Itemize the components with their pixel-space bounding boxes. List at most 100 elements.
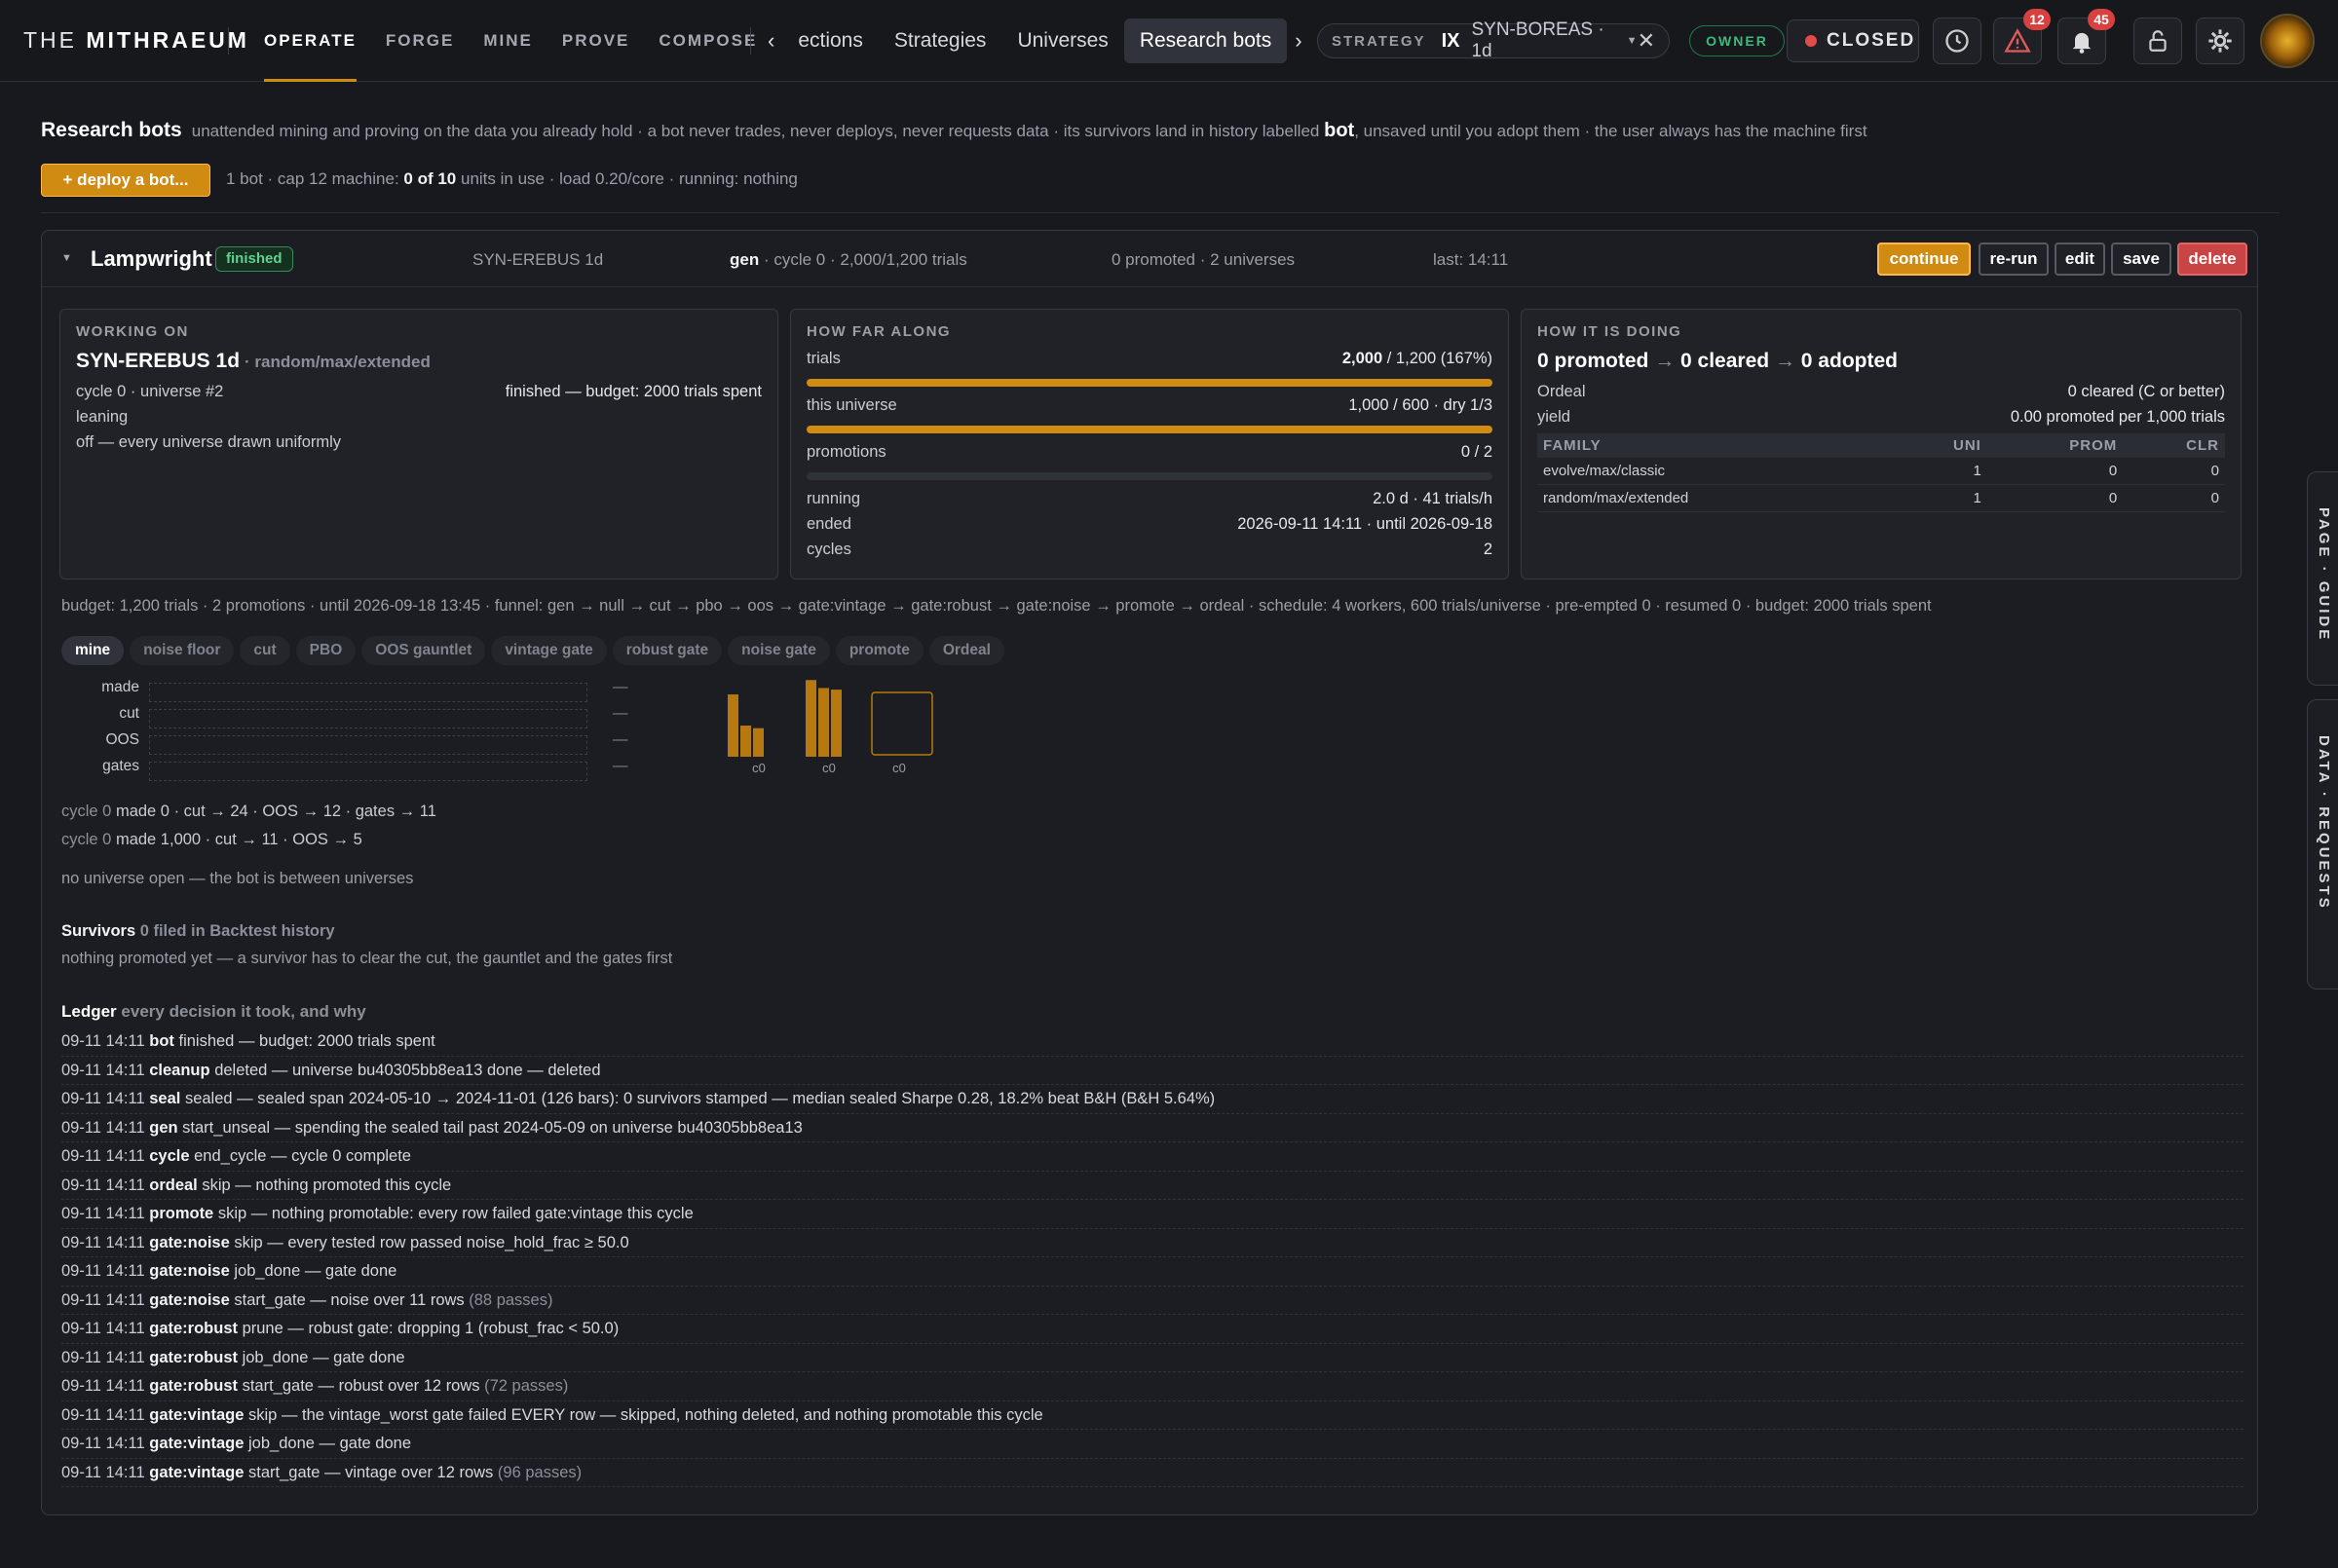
subtab-2[interactable]: cut [240, 636, 290, 665]
save-button[interactable]: save [2111, 243, 2171, 276]
cycle-line: cycle 0 made 0 · cut → 24 · OOS → 12 · g… [61, 798, 436, 826]
ledger-kind: gen [149, 1118, 178, 1137]
ledger-entry: 09-11 14:11 gate:robust prune — robust g… [61, 1315, 2244, 1344]
rerun-button[interactable]: re-run [1979, 243, 2049, 276]
chevron-right-icon[interactable]: › [1287, 28, 1309, 54]
ledger-entry: 09-11 14:11 cycle end_cycle — cycle 0 co… [61, 1142, 2244, 1172]
ledger-time: 09-11 14:11 [61, 1205, 145, 1222]
ledger-entry: 09-11 14:11 bot finished — budget: 2000 … [61, 1027, 2244, 1057]
subtab-1[interactable]: noise floor [130, 636, 235, 665]
ledger-entry: 09-11 14:11 promote skip — nothing promo… [61, 1200, 2244, 1229]
close-icon[interactable]: ✕ [1638, 28, 1655, 54]
subtab-9[interactable]: Ordeal [928, 636, 1004, 665]
sparkline-box [149, 683, 587, 702]
bot-panel: ▼ Lampwright finished SYN-EREBUS 1d gen … [41, 230, 2258, 1515]
mini-chart-cut: c0 [728, 694, 766, 774]
bar-mark [728, 694, 738, 757]
subtab-8[interactable]: promote [835, 636, 924, 665]
sparkline-row: cut — [61, 705, 628, 731]
subtab-3[interactable]: PBO [295, 636, 357, 665]
strategy-selector[interactable]: STRATEGY IX SYN-BOREAS · 1d ▼ ✕ [1317, 19, 1670, 61]
universe-progress-bar [807, 426, 1492, 433]
edit-button[interactable]: edit [2055, 243, 2105, 276]
cycle-label: cycle 0 [61, 803, 112, 820]
bot-dataset: SYN-EREBUS 1d [472, 250, 604, 269]
ledger-time: 09-11 14:11 [61, 1032, 145, 1050]
ledger-kind: gate:robust [149, 1377, 238, 1395]
ledger-kind: gate:noise [149, 1233, 230, 1251]
cycle-summary: cycle 0 made 0 · cut → 24 · OOS → 12 · g… [61, 798, 436, 854]
tab-3[interactable]: Research bots [1123, 19, 1288, 63]
table-cell: random/max/extended [1537, 484, 1897, 512]
trials-progress-bar [807, 379, 1492, 387]
tab-0[interactable]: ections [782, 19, 879, 63]
subtab-5[interactable]: vintage gate [491, 636, 607, 665]
ledger-kind: cleanup [149, 1061, 210, 1079]
ledger-entry: 09-11 14:11 gate:noise skip — every test… [61, 1229, 2244, 1257]
ledger-note: (72 passes) [484, 1377, 569, 1395]
ledger-text: start_gate — robust over 12 rows [242, 1377, 480, 1395]
data-requests-tab[interactable]: DATA · REQUESTS [2307, 699, 2338, 989]
tab-1[interactable]: Strategies [879, 19, 1002, 63]
subtab-4[interactable]: OOS gauntlet [361, 636, 486, 665]
collapse-icon[interactable]: ▼ [61, 252, 72, 264]
tick-label: c0 [892, 761, 906, 774]
universe-status: no universe open — the bot is between un… [61, 870, 414, 887]
cycle-label: cycle 0 [61, 831, 112, 848]
brand-logo[interactable]: THE MITHRAEUM [23, 27, 249, 54]
page-intro: Research bots unattended mining and provi… [41, 119, 1867, 141]
ledger: Ledger every decision it took, and why 0… [61, 1002, 2244, 1489]
chevron-down-icon[interactable]: ▼ [1627, 35, 1638, 47]
sparkline-label: cut [119, 705, 139, 722]
ledger-text: skip — nothing promoted this cycle [202, 1176, 452, 1194]
ledger-text: skip — nothing promotable: every row fai… [217, 1205, 694, 1222]
bot-header[interactable]: ▼ Lampwright finished SYN-EREBUS 1d gen … [42, 231, 2257, 287]
divider [750, 27, 751, 55]
main-nav: OPERATE FORGE MINE PROVE COMPOSE [249, 0, 772, 82]
market-status[interactable]: CLOSED [1787, 19, 1919, 62]
tab-2[interactable]: Universes [1001, 19, 1123, 63]
nav-mine[interactable]: MINE [469, 0, 547, 82]
nav-operate[interactable]: OPERATE [249, 0, 371, 82]
clock-icon [1945, 29, 1969, 53]
sparkline-value: — [613, 679, 628, 695]
history-button[interactable] [1933, 18, 1981, 64]
delete-button[interactable]: delete [2177, 243, 2247, 276]
owner-badge: OWNER [1689, 25, 1785, 56]
nav-forge[interactable]: FORGE [371, 0, 469, 82]
subtab-0[interactable]: mine [61, 636, 125, 665]
ledger-entry: 09-11 14:11 gen start_unseal — spending … [61, 1114, 2244, 1142]
ledger-time: 09-11 14:11 [61, 1118, 145, 1137]
deploy-bot-button[interactable]: + deploy a bot... [41, 164, 210, 197]
ledger-entry: 09-11 14:11 ordeal skip — nothing promot… [61, 1172, 2244, 1200]
sparkline-value: — [613, 705, 628, 722]
alerts-count-badge: 12 [2023, 9, 2051, 30]
subtab-6[interactable]: robust gate [612, 636, 723, 665]
continue-button[interactable]: continue [1877, 243, 1971, 276]
subtab-7[interactable]: noise gate [728, 636, 830, 665]
alerts-button[interactable]: 12 [1993, 9, 2051, 64]
sparkline-row: gates — [61, 758, 628, 784]
funnel-tabs: mine noise floor cut PBO OOS gauntlet vintage… [61, 636, 1004, 665]
avatar[interactable] [2260, 14, 2315, 68]
status-badge: finished [215, 246, 293, 272]
lock-button[interactable] [2133, 18, 2182, 64]
bar-mark [753, 728, 764, 757]
table-cell: evolve/max/classic [1537, 458, 1897, 485]
chevron-left-icon[interactable]: ‹ [760, 28, 782, 54]
ledger-text: start_gate — vintage over 12 rows [248, 1463, 494, 1481]
tab-list: ections Strategies Universes Research bots [782, 19, 1288, 63]
ledger-time: 09-11 14:11 [61, 1290, 145, 1309]
mini-chart-promoted: c0 [871, 691, 933, 774]
page-guide-tab[interactable]: PAGE · GUIDE [2307, 471, 2338, 686]
notifications-button[interactable]: 45 [2057, 9, 2115, 64]
ledger-time: 09-11 14:11 [61, 1176, 145, 1194]
settings-button[interactable] [2196, 18, 2244, 64]
ledger-time: 09-11 14:11 [61, 1435, 145, 1452]
cycle-text: made 0 · cut → 24 · OOS → 12 · gates → 1… [115, 803, 436, 820]
nav-compose[interactable]: COMPOSE [644, 0, 772, 82]
sparkline-label: made [101, 679, 139, 695]
nav-prove[interactable]: PROVE [547, 0, 645, 82]
bot-stage: gen · cycle 0 · 2,000/1,200 trials [730, 250, 967, 269]
ledger-text: job_done — gate done [234, 1262, 397, 1280]
